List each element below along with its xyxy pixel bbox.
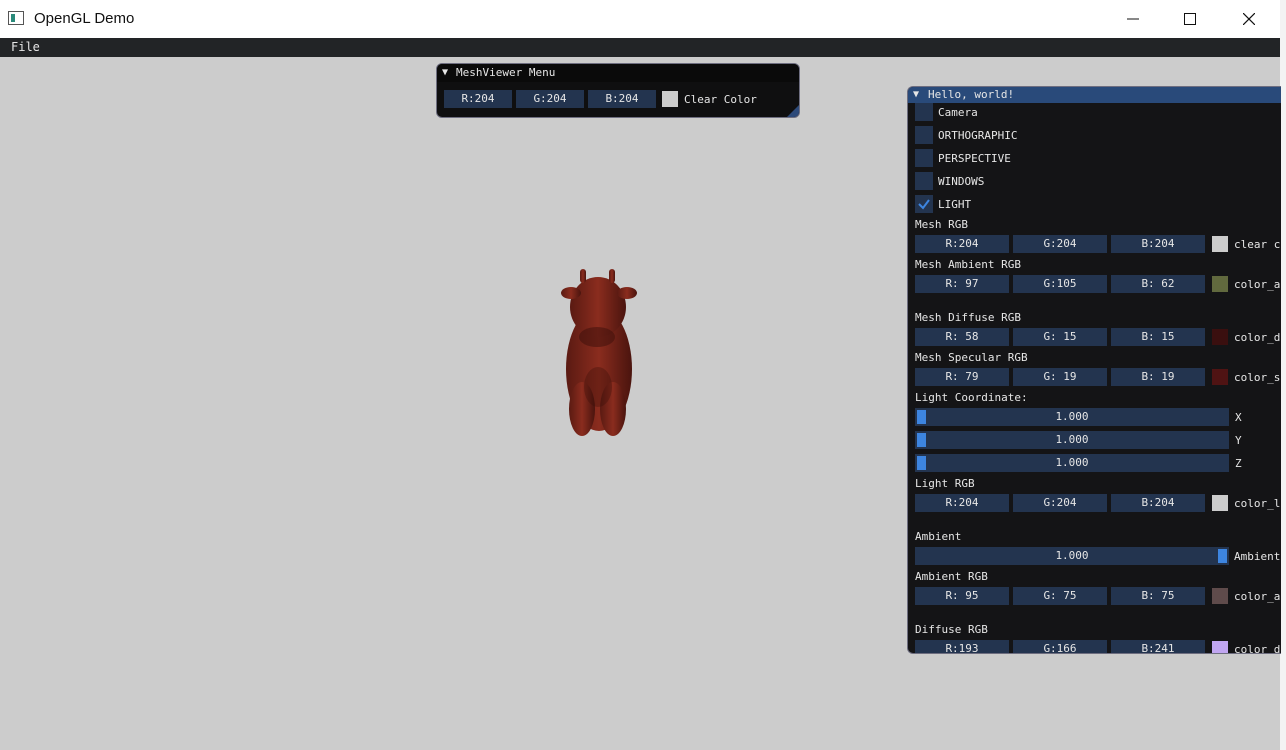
title-bar: OpenGL Demo [0,0,1280,38]
mesh-diffuse-label: Mesh Diffuse RGB [915,311,1021,324]
hello-world-title-bar[interactable]: ▼ Hello, world! [908,87,1281,103]
mesh-rgb-g-field[interactable]: G:204 [1013,235,1107,253]
meshviewer-title-bar[interactable]: ▼ MeshViewer Menu [437,64,799,82]
checkbox-windows[interactable] [915,172,933,190]
mesh-rgb-name: clear c [1234,238,1281,251]
mesh-specular-g-field[interactable]: G: 19 [1013,368,1107,386]
diffuse-rgb-b-field[interactable]: B:241 [1111,640,1205,653]
ambient-slider[interactable]: 1.000 [915,547,1229,565]
light-x-slider[interactable]: 1.000 [915,408,1229,426]
clear-color-r-field[interactable]: R:204 [444,90,512,108]
checkbox-perspective-label: PERSPECTIVE [938,152,1011,165]
ambient-rgb-g-field[interactable]: G: 75 [1013,587,1107,605]
mesh-ambient-r-field[interactable]: R: 97 [915,275,1009,293]
menu-bar: File [0,38,1280,57]
checkbox-windows-label: WINDOWS [938,175,985,188]
checkbox-orthographic[interactable] [915,126,933,144]
ambient-rgb-r-field[interactable]: R: 95 [915,587,1009,605]
meshviewer-panel: ▼ MeshViewer Menu R:204 G:204 B:204 Clea… [436,63,800,118]
diffuse-rgb-swatch[interactable] [1212,641,1228,653]
close-icon [1243,13,1255,25]
mesh-specular-name: color_s [1234,371,1281,384]
mesh-specular-b-field[interactable]: B: 19 [1111,368,1205,386]
mesh-ambient-name: color_a [1234,278,1281,291]
minimize-button[interactable] [1104,0,1162,38]
light-y-value: 1.000 [1055,433,1089,446]
light-z-axis-label: Z [1235,457,1242,470]
clear-color-swatch[interactable] [662,91,678,107]
checkmark-icon [918,199,930,210]
mesh-rgb-b-field[interactable]: B:204 [1111,235,1205,253]
checkbox-orthographic-label: ORTHOGRAPHIC [938,129,1018,142]
mesh-specular-r-field[interactable]: R: 79 [915,368,1009,386]
diffuse-rgb-g-field[interactable]: G:166 [1013,640,1107,653]
ambient-value: 1.000 [1055,549,1089,562]
light-rgb-swatch[interactable] [1212,495,1228,511]
ambient-rgb-name: color_a [1234,590,1281,603]
checkbox-light[interactable] [915,195,933,213]
mesh-ambient-label: Mesh Ambient RGB [915,258,1021,271]
mesh-diffuse-name: color_d [1234,331,1281,344]
checkbox-camera[interactable] [915,103,933,121]
diffuse-rgb-r-field[interactable]: R:193 [915,640,1009,653]
light-x-value: 1.000 [1055,410,1089,423]
maximize-icon [1184,13,1196,25]
hello-world-panel: ▼ Hello, world! Camera ORTHOGRAPHIC PERS… [907,86,1281,654]
slider-grab[interactable] [917,410,926,424]
resize-grip[interactable] [787,105,799,117]
maximize-button[interactable] [1161,0,1219,38]
ambient-rgb-b-field[interactable]: B: 75 [1111,587,1205,605]
diffuse-rgb-name: color_d [1234,643,1281,654]
mesh-ambient-swatch[interactable] [1212,276,1228,292]
slider-grab[interactable] [917,456,926,470]
clear-color-b-field[interactable]: B:204 [588,90,656,108]
light-y-axis-label: Y [1235,434,1242,447]
mesh-ambient-g-field[interactable]: G:105 [1013,275,1107,293]
mesh-rgb-label: Mesh RGB [915,218,968,231]
app-icon [8,11,24,25]
collapse-triangle-icon[interactable]: ▼ [442,67,448,78]
close-button[interactable] [1220,0,1278,38]
slider-grab[interactable] [1218,549,1227,563]
minimize-icon [1127,18,1139,20]
light-z-slider[interactable]: 1.000 [915,454,1229,472]
light-rgb-name: color_l [1234,497,1281,510]
checkbox-perspective[interactable] [915,149,933,167]
light-rgb-g-field[interactable]: G:204 [1013,494,1107,512]
ambient-name: Ambient [1234,550,1281,563]
menu-file[interactable]: File [11,40,40,54]
clear-color-label: Clear Color [684,93,757,106]
slider-grab[interactable] [917,433,926,447]
mesh-diffuse-r-field[interactable]: R: 58 [915,328,1009,346]
clear-color-g-field[interactable]: G:204 [516,90,584,108]
mesh-ambient-b-field[interactable]: B: 62 [1111,275,1205,293]
light-rgb-r-field[interactable]: R:204 [915,494,1009,512]
diffuse-rgb-label: Diffuse RGB [915,623,988,636]
checkbox-light-label: LIGHT [938,198,972,211]
ambient-rgb-label: Ambient RGB [915,570,988,583]
meshviewer-title: MeshViewer Menu [456,66,556,79]
light-rgb-label: Light RGB [915,477,975,490]
mesh-diffuse-b-field[interactable]: B: 15 [1111,328,1205,346]
ambient-rgb-swatch[interactable] [1212,588,1228,604]
collapse-triangle-icon[interactable]: ▼ [913,89,919,100]
checkbox-camera-label: Camera [938,106,978,119]
mesh-rgb-r-field[interactable]: R:204 [915,235,1009,253]
hello-world-title: Hello, world! [928,88,1015,101]
mesh-specular-label: Mesh Specular RGB [915,351,1028,364]
mesh-diffuse-swatch[interactable] [1212,329,1228,345]
light-z-value: 1.000 [1055,456,1089,469]
light-rgb-b-field[interactable]: B:204 [1111,494,1205,512]
light-x-axis-label: X [1235,411,1242,424]
mesh-specular-swatch[interactable] [1212,369,1228,385]
light-coordinate-label: Light Coordinate: [915,391,1028,404]
mesh-rgb-swatch[interactable] [1212,236,1228,252]
light-y-slider[interactable]: 1.000 [915,431,1229,449]
ambient-label: Ambient [915,530,962,543]
window-title: OpenGL Demo [34,10,135,27]
mesh-diffuse-g-field[interactable]: G: 15 [1013,328,1107,346]
